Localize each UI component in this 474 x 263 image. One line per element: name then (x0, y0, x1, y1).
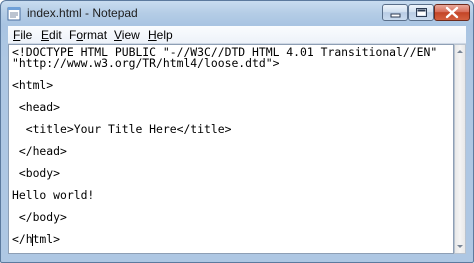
menu-view-access-key: V (114, 28, 122, 42)
menu-help[interactable]: Help (148, 28, 173, 42)
menu-bar: File Edit Format View Help (8, 26, 466, 44)
text-caret (32, 234, 33, 246)
menu-file[interactable]: File (13, 28, 32, 42)
close-button[interactable] (434, 4, 470, 21)
code-line-title: <title>Your Title Here</title> (12, 122, 232, 136)
menu-edit-label-rest: dit (49, 28, 62, 42)
menu-help-label-rest: elp (156, 28, 173, 42)
arrow-down-icon (457, 245, 463, 248)
code-line-head-open: <head> (12, 100, 61, 114)
notepad-icon[interactable] (7, 6, 21, 21)
menu-view[interactable]: View (114, 28, 140, 42)
menu-help-access-key: H (148, 28, 157, 42)
text-editor[interactable]: <!DOCTYPE HTML PUBLIC "-//W3C//DTD HTML … (8, 44, 454, 254)
menu-view-label-rest: iew (121, 28, 140, 42)
vertical-scrollbar[interactable] (454, 44, 466, 254)
menu-edit[interactable]: Edit (41, 28, 62, 42)
minimize-icon (390, 13, 401, 18)
menu-format-label-rest: rmat (83, 28, 108, 42)
code-line-2: "http://www.w3.org/TR/html4/loose.dtd"> (12, 56, 280, 70)
notepad-window: index.html - Notepad File Edit Format Vi… (0, 0, 474, 263)
minimize-button[interactable] (382, 4, 408, 21)
code-line-html-open: <html> (12, 78, 54, 92)
close-icon (445, 6, 459, 19)
arrow-up-icon (457, 50, 463, 53)
menu-edit-access-key: E (41, 28, 50, 42)
window-title: index.html - Notepad (27, 6, 138, 20)
title-bar[interactable]: index.html - Notepad (1, 1, 473, 26)
maximize-icon (416, 8, 427, 17)
code-line-body-open: <body> (12, 166, 61, 180)
maximize-button[interactable] (408, 4, 434, 21)
menu-file-label-rest: ile (20, 28, 33, 42)
code-line-hello: Hello world! (12, 188, 95, 202)
menu-format[interactable]: Format (69, 28, 107, 42)
scroll-down-button[interactable] (455, 239, 465, 253)
code-line-head-close: </head> (12, 144, 67, 158)
scroll-up-button[interactable] (455, 45, 465, 59)
code-line-html-close: </html> (12, 232, 61, 246)
code-line-body-close: </body> (12, 210, 67, 224)
